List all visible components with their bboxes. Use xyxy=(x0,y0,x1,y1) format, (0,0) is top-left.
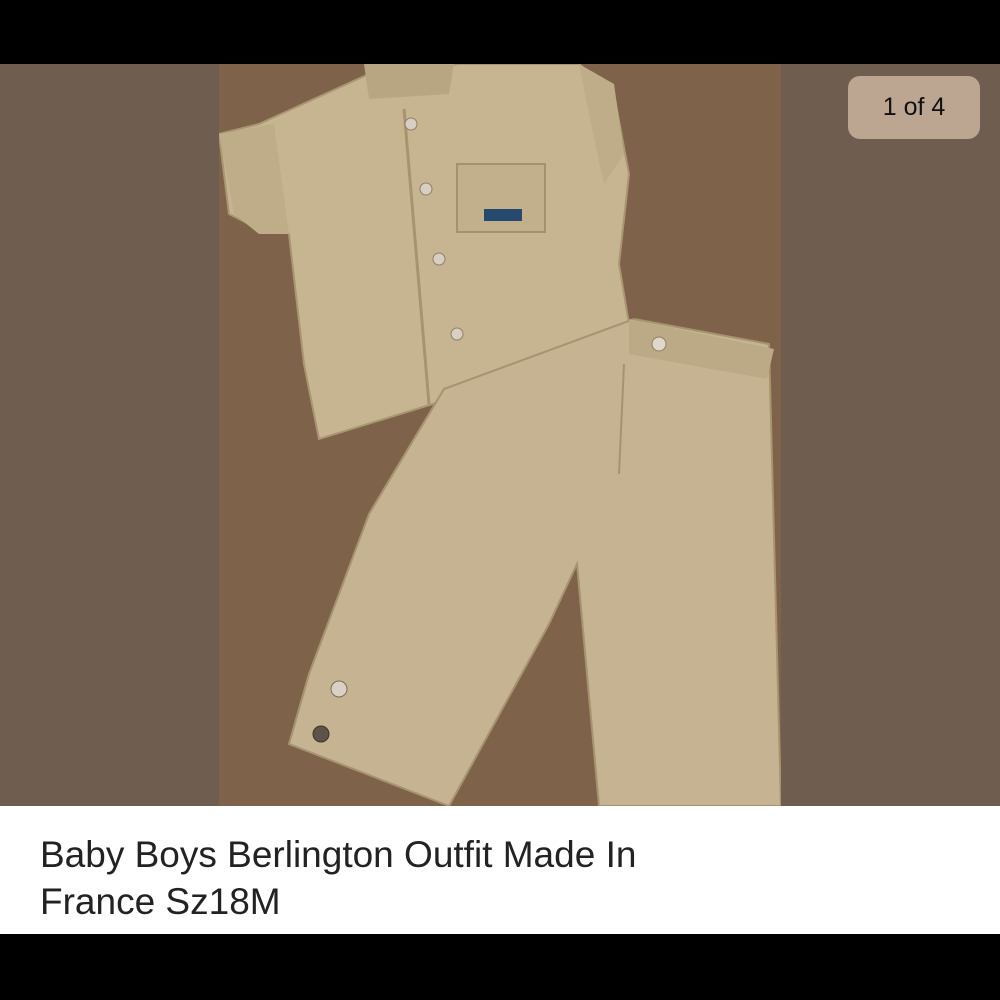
outfit-illustration xyxy=(219,64,781,806)
image-counter-text: 1 of 4 xyxy=(882,93,946,121)
top-black-bar xyxy=(0,0,1000,64)
listing-title[interactable]: Baby Boys Berlington Outfit Made In Fran… xyxy=(40,831,740,925)
bottom-black-bar xyxy=(0,934,1000,1000)
product-photo[interactable] xyxy=(219,64,781,806)
image-counter-badge: 1 of 4 xyxy=(848,76,980,139)
image-viewer[interactable]: 1 of 4 xyxy=(0,64,1000,806)
listing-caption: Baby Boys Berlington Outfit Made In Fran… xyxy=(0,806,1000,934)
